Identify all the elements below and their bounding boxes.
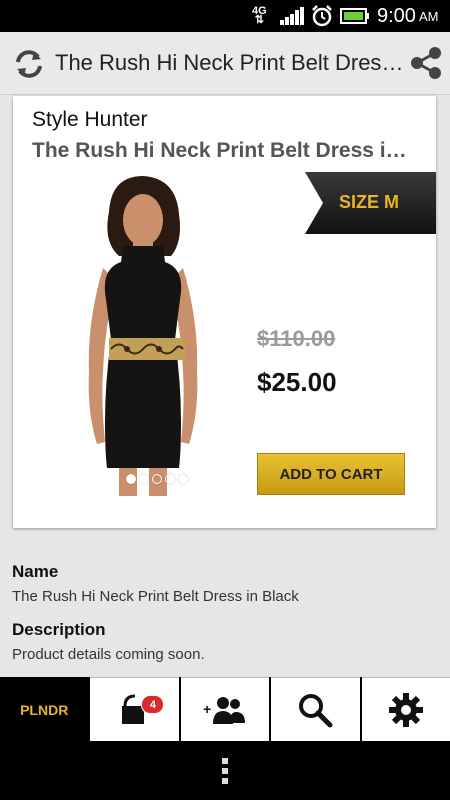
size-label: SIZE M <box>339 192 400 212</box>
add-to-cart-button[interactable]: ADD TO CART <box>257 453 405 495</box>
action-bar: The Rush Hi Neck Print Belt Dress in Bla… <box>0 32 450 95</box>
tab-search[interactable] <box>271 677 360 741</box>
clock-ampm: AM <box>418 8 439 24</box>
image-pager[interactable] <box>126 474 188 484</box>
data-arrows-icon: ⇅ <box>254 14 264 26</box>
product-card: Style Hunter The Rush Hi Neck Print Belt… <box>13 96 436 528</box>
description-label: Description <box>12 620 106 639</box>
name-value: The Rush Hi Neck Print Belt Dress in Bla… <box>12 588 299 605</box>
pager-dot[interactable] <box>152 474 162 484</box>
share-icon[interactable] <box>407 44 445 82</box>
tab-cart[interactable]: 4 <box>90 677 179 741</box>
tab-friends[interactable]: + <box>180 677 270 741</box>
name-label: Name <box>12 562 59 581</box>
overflow-menu-icon[interactable] <box>220 758 230 784</box>
system-navigation-bar <box>0 741 450 800</box>
search-icon <box>299 693 333 727</box>
clock: 9:00 AM <box>377 0 438 32</box>
battery-icon <box>340 0 370 32</box>
product-image[interactable] <box>31 172 251 496</box>
pager-dot[interactable] <box>139 474 149 484</box>
gear-icon <box>388 692 423 727</box>
clock-time: 9:00 <box>377 4 416 27</box>
description-value: Product details coming soon. <box>12 646 205 663</box>
page-title: The Rush Hi Neck Print Belt Dress in Bla… <box>55 50 405 75</box>
alarm-icon <box>310 0 334 32</box>
plndr-logo: PLNDR <box>20 701 69 718</box>
status-bar: 4G ⇅ 9:00 AM <box>0 0 450 32</box>
pager-dot[interactable] <box>126 474 136 484</box>
tab-settings[interactable] <box>361 677 450 741</box>
bottom-tab-bar: PLNDR 4 + <box>0 677 450 741</box>
tab-home[interactable]: PLNDR <box>0 677 89 741</box>
signal-icon <box>280 0 304 32</box>
original-price: $110.00 <box>257 326 336 351</box>
brand-name: Style Hunter <box>32 108 148 131</box>
network-indicator: 4G ⇅ <box>252 0 267 32</box>
cart-count-badge: 4 <box>141 695 165 714</box>
pager-dot[interactable] <box>178 474 188 484</box>
sale-price: $25.00 <box>257 367 337 397</box>
refresh-icon[interactable] <box>12 47 46 81</box>
add-friends-icon: + <box>203 696 246 724</box>
svg-text:+: + <box>203 701 211 717</box>
product-title: The Rush Hi Neck Print Belt Dress in Bla… <box>32 139 412 162</box>
pager-dot[interactable] <box>165 474 175 484</box>
